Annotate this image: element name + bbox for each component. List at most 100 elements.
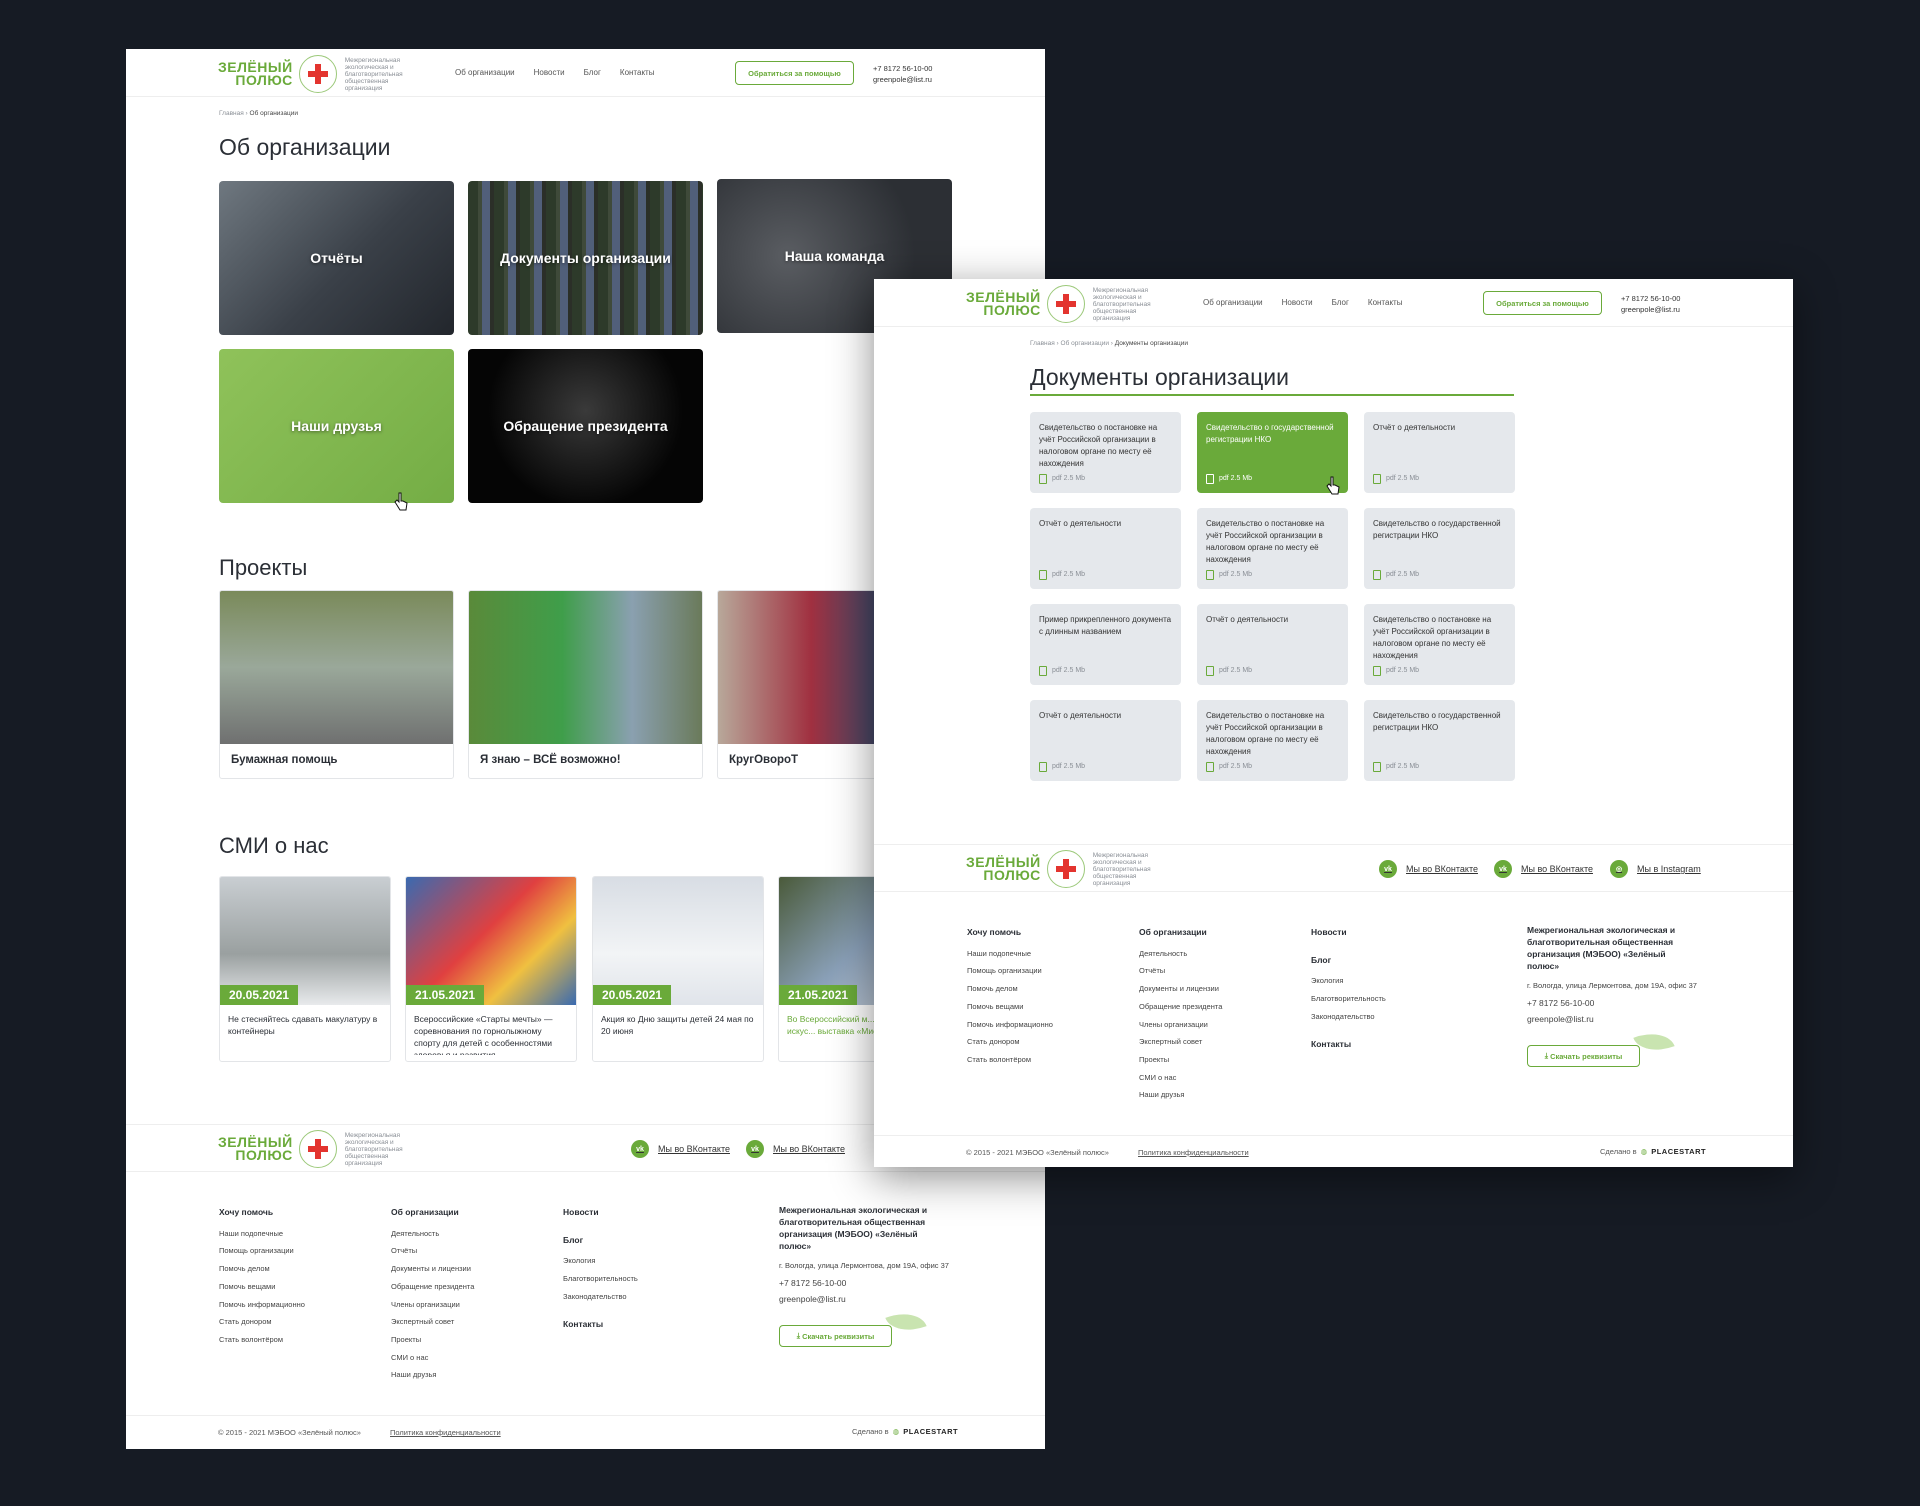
footer-link[interactable]: Помочь информационно [967, 1016, 1053, 1034]
footer-link[interactable]: Отчёты [1139, 962, 1222, 980]
download-requisites-button[interactable]: ⤓ Скачать реквизиты [1527, 1045, 1640, 1067]
footer-link[interactable]: Помощь организации [219, 1242, 305, 1260]
footer-link[interactable]: Законодательство [563, 1288, 638, 1306]
vk-link[interactable]: vk Мы во ВКонтакте [1379, 860, 1478, 878]
help-button[interactable]: Обратиться за помощью [1483, 291, 1602, 315]
footer-link[interactable]: Наши подопечные [219, 1225, 305, 1243]
footer-news-link[interactable]: Новости [1311, 924, 1386, 942]
footer-link[interactable]: Стать волонтёром [219, 1331, 305, 1349]
document-card[interactable]: Пример прикрепленного документа с длинны… [1030, 604, 1181, 685]
footer-link[interactable]: Стать донором [967, 1033, 1053, 1051]
footer-logo[interactable]: ЗЕЛЁНЫЙ ПОЛЮС Межрегиональная экологическ… [218, 1130, 425, 1168]
news-card[interactable]: 20.05.2021 Акция ко Дню защиты детей 24 … [592, 876, 764, 1062]
footer-link[interactable]: Экспертный совет [391, 1313, 474, 1331]
footer-link[interactable]: Проекты [1139, 1051, 1222, 1069]
footer-contacts-link[interactable]: Контакты [1311, 1036, 1386, 1054]
privacy-link[interactable]: Политика конфиденциальности [1138, 1148, 1249, 1157]
footer-link[interactable]: Помочь вещами [219, 1278, 305, 1296]
vk-link[interactable]: vk Мы во ВКонтакте [1494, 860, 1593, 878]
document-card[interactable]: Свидетельство о постановке на учёт Росси… [1197, 508, 1348, 589]
document-card[interactable]: Свидетельство о постановке на учёт Росси… [1197, 700, 1348, 781]
footer-news-link[interactable]: Новости [563, 1204, 638, 1222]
footer-link[interactable]: Проекты [391, 1331, 474, 1349]
footer-link[interactable]: Благотворительность [563, 1270, 638, 1288]
nav-contacts[interactable]: Контакты [1368, 298, 1403, 307]
footer-link[interactable]: Экспертный совет [1139, 1033, 1222, 1051]
breadcrumb-home[interactable]: Главная [219, 110, 244, 117]
nav-news[interactable]: Новости [1282, 298, 1313, 307]
privacy-link[interactable]: Политика конфиденциальности [390, 1428, 501, 1437]
logo[interactable]: ЗЕЛЁНЫЙ ПОЛЮС Межрегиональная экологическ… [218, 55, 425, 93]
footer-blog-link[interactable]: Блог [1311, 952, 1386, 970]
footer-contacts-link[interactable]: Контакты [563, 1316, 638, 1334]
document-card[interactable]: Свидетельство о государственной регистра… [1364, 508, 1515, 589]
instagram-link[interactable]: ◎ Мы в Instagram [1610, 860, 1701, 878]
footer-link[interactable]: Члены организации [1139, 1016, 1222, 1034]
org-email[interactable]: greenpole@list.ru [1527, 1012, 1697, 1026]
project-card[interactable]: Бумажная помощь [219, 590, 454, 779]
news-card[interactable]: 20.05.2021 Не стесняйтесь сдавать макула… [219, 876, 391, 1062]
nav-blog[interactable]: Блог [1332, 298, 1349, 307]
breadcrumb-home[interactable]: Главная [1030, 340, 1055, 347]
footer-link[interactable]: Члены организации [391, 1296, 474, 1314]
footer-link[interactable]: Наши друзья [1139, 1086, 1222, 1104]
download-requisites-button[interactable]: ⤓ Скачать реквизиты [779, 1325, 892, 1347]
footer-link[interactable]: Стать волонтёром [967, 1051, 1053, 1069]
footer-link[interactable]: Документы и лицензии [391, 1260, 474, 1278]
footer-link[interactable]: Обращение президента [391, 1278, 474, 1296]
footer-link[interactable]: Экология [1311, 972, 1386, 990]
footer-link[interactable]: Помочь информационно [219, 1296, 305, 1314]
document-card[interactable]: Отчёт о деятельности pdf 2.5 Mb [1030, 700, 1181, 781]
footer-link[interactable]: Наши друзья [391, 1366, 474, 1384]
document-card[interactable]: Свидетельство о постановке на учёт Росси… [1364, 604, 1515, 685]
vk-link[interactable]: vk Мы во ВКонтакте [746, 1140, 845, 1158]
document-card[interactable]: Отчёт о деятельности pdf 2.5 Mb [1197, 604, 1348, 685]
footer-link[interactable]: Отчёты [391, 1242, 474, 1260]
footer-link[interactable]: Стать донором [219, 1313, 305, 1331]
footer-link[interactable]: Документы и лицензии [1139, 980, 1222, 998]
footer-link[interactable]: Наши подопечные [967, 945, 1053, 963]
org-phone[interactable]: +7 8172 56-10-00 [779, 1276, 949, 1290]
tile-friends[interactable]: Наши друзья [219, 349, 454, 503]
tile-reports[interactable]: Отчёты [219, 181, 454, 335]
made-by[interactable]: Сделано в ◍ PLACESTART [1600, 1147, 1706, 1156]
document-card[interactable]: Свидетельство о постановке на учёт Росси… [1030, 412, 1181, 493]
header-email[interactable]: greenpole@list.ru [1621, 304, 1680, 315]
footer-link[interactable]: СМИ о нас [391, 1349, 474, 1367]
nav-about[interactable]: Об организации [1203, 298, 1263, 307]
nav-contacts[interactable]: Контакты [620, 68, 655, 77]
footer-blog-link[interactable]: Блог [563, 1232, 638, 1250]
org-phone[interactable]: +7 8172 56-10-00 [1527, 996, 1697, 1010]
footer-link[interactable]: Помочь делом [219, 1260, 305, 1278]
document-card[interactable]: Отчёт о деятельности pdf 2.5 Mb [1030, 508, 1181, 589]
help-button[interactable]: Обратиться за помощью [735, 61, 854, 85]
vk-link[interactable]: vk Мы во ВКонтакте [631, 1140, 730, 1158]
footer-link[interactable]: Помочь делом [967, 980, 1053, 998]
org-email[interactable]: greenpole@list.ru [779, 1292, 949, 1306]
document-card[interactable]: Отчёт о деятельности pdf 2.5 Mb [1364, 412, 1515, 493]
header-phone[interactable]: +7 8172 56-10-00 [873, 63, 932, 74]
footer-link[interactable]: Обращение президента [1139, 998, 1222, 1016]
header-phone[interactable]: +7 8172 56-10-00 [1621, 293, 1680, 304]
footer-link[interactable]: Благотворительность [1311, 990, 1386, 1008]
tile-documents[interactable]: Документы организации [468, 181, 703, 335]
logo[interactable]: ЗЕЛЁНЫЙ ПОЛЮС Межрегиональная экологическ… [966, 285, 1173, 323]
footer-link[interactable]: Помощь организации [967, 962, 1053, 980]
footer-link[interactable]: Экология [563, 1252, 638, 1270]
breadcrumb-about[interactable]: Об организации [1061, 340, 1109, 347]
tile-president[interactable]: Обращение президента [468, 349, 703, 503]
nav-blog[interactable]: Блог [584, 68, 601, 77]
document-card[interactable]: Свидетельство о государственной регистра… [1364, 700, 1515, 781]
nav-news[interactable]: Новости [534, 68, 565, 77]
news-card[interactable]: 21.05.2021 Всероссийские «Старты мечты» … [405, 876, 577, 1062]
header-email[interactable]: greenpole@list.ru [873, 74, 932, 85]
project-card[interactable]: Я знаю – ВСЁ возможно! [468, 590, 703, 779]
footer-link[interactable]: Помочь вещами [967, 998, 1053, 1016]
footer-link[interactable]: Деятельность [1139, 945, 1222, 963]
nav-about[interactable]: Об организации [455, 68, 515, 77]
footer-link[interactable]: СМИ о нас [1139, 1069, 1222, 1087]
made-by[interactable]: Сделано в ◍ PLACESTART [852, 1427, 958, 1436]
footer-logo[interactable]: ЗЕЛЁНЫЙ ПОЛЮС Межрегиональная экологическ… [966, 850, 1173, 888]
footer-link[interactable]: Деятельность [391, 1225, 474, 1243]
footer-link[interactable]: Законодательство [1311, 1008, 1386, 1026]
